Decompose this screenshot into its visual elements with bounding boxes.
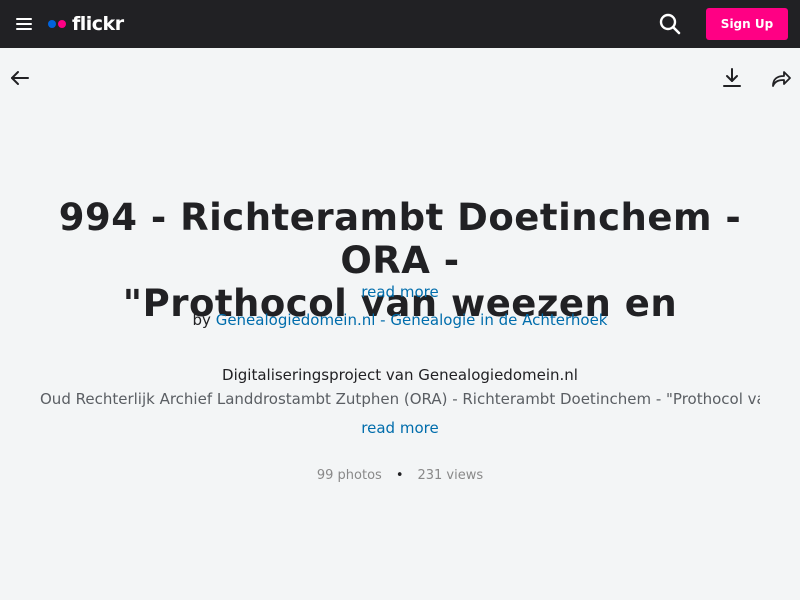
album-title-line-1: 994 - Richterambt Doetinchem - ORA - bbox=[58, 196, 742, 282]
sign-up-button[interactable]: Sign Up bbox=[706, 8, 788, 40]
search-icon[interactable] bbox=[658, 12, 682, 36]
share-icon[interactable] bbox=[769, 66, 793, 90]
flickr-logo[interactable]: flickr bbox=[48, 11, 124, 37]
album-title: 994 - Richterambt Doetinchem - ORA - "Pr… bbox=[10, 196, 790, 325]
title-read-more-link[interactable]: read more bbox=[0, 283, 800, 301]
album-byline: by Genealogiedomein.nl - Genealogie in d… bbox=[0, 311, 800, 329]
logo-blue-dot bbox=[48, 20, 56, 28]
owner-link[interactable]: Genealogiedomein.nl - Genealogie in de A… bbox=[216, 311, 608, 329]
menu-icon[interactable] bbox=[14, 15, 34, 33]
top-navigation-bar: flickr Sign Up bbox=[0, 0, 800, 48]
description-line-2: Oud Rechterlijk Archief Landdrostambt Zu… bbox=[40, 390, 760, 408]
stats-separator: • bbox=[395, 468, 404, 483]
logo-pink-dot bbox=[58, 20, 66, 28]
logo-text: flickr bbox=[72, 13, 124, 35]
view-count: 231 views bbox=[417, 468, 484, 483]
album-stats: 99 photos • 231 views bbox=[0, 468, 800, 483]
back-arrow-icon[interactable] bbox=[8, 66, 32, 90]
by-label: by bbox=[192, 311, 211, 329]
description-read-more-link[interactable]: read more bbox=[0, 419, 800, 437]
photo-count: 99 photos bbox=[316, 468, 382, 483]
description-line-1: Digitaliseringsproject van Genealogiedom… bbox=[222, 366, 578, 384]
download-icon[interactable] bbox=[720, 66, 744, 90]
